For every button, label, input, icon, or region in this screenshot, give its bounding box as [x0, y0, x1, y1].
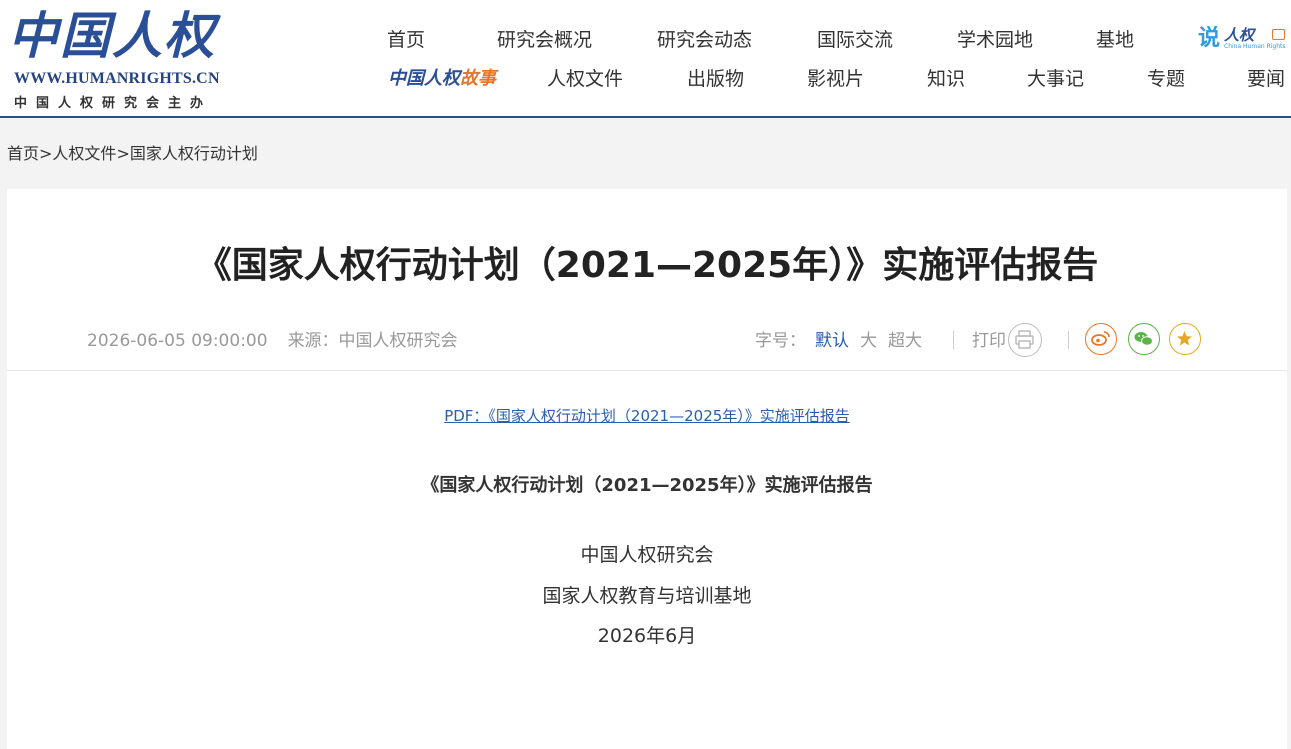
site-header: 中国人权 WWW.HUMANRIGHTS.CN 中国人权研究会主办 首页 研究会…: [0, 0, 1291, 118]
article-container: 《国家人权行动计划（2021—2025年）》实施评估报告 2026-06-05 …: [7, 189, 1287, 749]
font-size-xlarge[interactable]: 超大: [888, 329, 922, 353]
story-logo-part1: 中国人权: [388, 68, 460, 89]
nav-home[interactable]: 首页: [387, 28, 425, 52]
font-size-large[interactable]: 大: [860, 329, 877, 353]
breadcrumb: 首页>人权文件>国家人权行动计划: [7, 144, 258, 164]
nav-knowledge[interactable]: 知识: [927, 67, 965, 91]
document-title: 《国家人权行动计划（2021—2025年）》实施评估报告: [421, 475, 873, 496]
font-size-label: 字号：: [755, 331, 806, 351]
shuo-english: China Human Rights: [1224, 43, 1286, 50]
divider: [1068, 331, 1069, 349]
nav-topics[interactable]: 专题: [1147, 67, 1185, 91]
human-rights-story-logo[interactable]: 中国人权故事: [388, 64, 496, 92]
shuo-glyph: 说: [1198, 26, 1221, 51]
meta-divider: [7, 370, 1287, 371]
font-size-default[interactable]: 默认: [815, 329, 849, 353]
nav-base[interactable]: 基地: [1096, 28, 1134, 52]
nav-publications[interactable]: 出版物: [687, 67, 744, 91]
shuo-renquan-logo[interactable]: 说 人权 China Human Rights: [1198, 26, 1288, 54]
article-tools: 字号： 默认 大 超大 打印: [755, 323, 1215, 358]
nav-documents[interactable]: 人权文件: [547, 67, 623, 91]
article-title: 《国家人权行动计划（2021—2025年）》实施评估报告: [195, 245, 1099, 286]
wechat-icon[interactable]: [1128, 323, 1160, 355]
nav-videos[interactable]: 影视片: [807, 67, 864, 91]
nav-news[interactable]: 研究会动态: [657, 28, 752, 52]
breadcrumb-separator: >: [39, 144, 53, 163]
shuo-text: 人权: [1224, 26, 1255, 44]
printer-icon[interactable]: [1008, 323, 1042, 357]
print-label[interactable]: 打印: [972, 329, 1006, 353]
nav-chronicle[interactable]: 大事记: [1027, 67, 1084, 91]
publish-date: 2026-06-05 09:00:00: [87, 331, 268, 351]
nav-headlines[interactable]: 要闻: [1247, 67, 1285, 91]
document-author: 中国人权研究会: [580, 544, 714, 566]
site-logo[interactable]: 中国人权 WWW.HUMANRIGHTS.CN 中国人权研究会主办: [6, 4, 221, 112]
breadcrumb-documents[interactable]: 人权文件: [52, 144, 116, 163]
article-source: 来源：中国人权研究会: [287, 331, 458, 351]
story-logo-part2: 故事: [460, 68, 496, 89]
breadcrumb-home[interactable]: 首页: [7, 144, 39, 163]
nav-academic[interactable]: 学术园地: [957, 28, 1033, 52]
breadcrumb-action-plan[interactable]: 国家人权行动计划: [130, 144, 258, 163]
document-date: 2026年6月: [597, 625, 697, 647]
nav-about[interactable]: 研究会概况: [497, 28, 592, 52]
divider: [953, 331, 954, 349]
article-meta: 2026-06-05 09:00:00 来源：中国人权研究会: [87, 329, 458, 353]
logo-title: 中国人权: [8, 6, 216, 65]
pdf-download-link[interactable]: PDF：《国家人权行动计划（2021—2025年）》实施评估报告: [7, 406, 1287, 426]
logo-subtitle: 中国人权研究会主办: [14, 96, 213, 111]
play-icon: [1272, 29, 1285, 40]
favorite-icon[interactable]: [1169, 323, 1201, 355]
weibo-icon[interactable]: [1085, 323, 1117, 355]
breadcrumb-separator: >: [116, 144, 130, 163]
document-coauthor: 国家人权教育与培训基地: [542, 585, 752, 607]
logo-url: WWW.HUMANRIGHTS.CN: [14, 70, 220, 87]
nav-international[interactable]: 国际交流: [817, 28, 893, 52]
